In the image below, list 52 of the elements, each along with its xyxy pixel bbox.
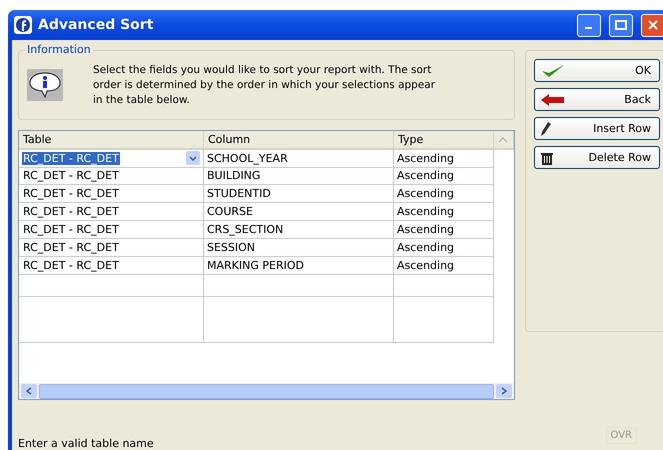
checkmark-icon xyxy=(541,64,565,78)
table-cell[interactable]: RC_DET - RC_DET xyxy=(19,239,204,257)
table-cell: MARKING PERIOD xyxy=(204,257,394,275)
column-header[interactable]: Type xyxy=(394,131,494,150)
delete-button[interactable]: Delete Row xyxy=(534,146,660,169)
table-cell[interactable]: RC_DET - RC_DET xyxy=(19,167,204,185)
table-cell: Ascending xyxy=(394,167,494,185)
maximize-button[interactable] xyxy=(609,14,633,36)
chevron-up-icon xyxy=(498,137,508,143)
chevron-right-icon xyxy=(501,387,507,395)
close-icon xyxy=(648,20,658,30)
table-cell[interactable]: RC_DET - RC_DET xyxy=(19,257,204,275)
group-title: Information xyxy=(25,43,93,56)
column-header[interactable]: Table xyxy=(19,131,204,150)
horizontal-scrollbar[interactable] xyxy=(19,383,514,399)
back-button[interactable]: Back xyxy=(534,88,660,111)
ok-button[interactable]: OK xyxy=(534,59,660,82)
table-cell: CRS_SECTION xyxy=(204,221,394,239)
table-cell: Ascending xyxy=(394,221,494,239)
table-cell: SESSION xyxy=(204,239,394,257)
table-cell: STUDENTID xyxy=(204,185,394,203)
maximize-icon xyxy=(615,20,627,30)
arrow-left-icon xyxy=(541,94,565,106)
minimize-button[interactable] xyxy=(577,14,601,36)
scroll-right-button[interactable] xyxy=(496,384,512,398)
insert-button[interactable]: Insert Row xyxy=(534,117,660,140)
column-header[interactable]: Column xyxy=(204,131,394,150)
table-cell[interactable]: RC_DET - RC_DET xyxy=(19,203,204,221)
table-cell: Ascending xyxy=(394,203,494,221)
overwrite-indicator: OVR xyxy=(606,426,637,444)
table-cell: Ascending xyxy=(394,149,494,168)
dropdown-button[interactable] xyxy=(186,151,200,165)
status-message: Enter a valid table name xyxy=(18,437,154,450)
table-cell[interactable]: RC_DET - RC_DET xyxy=(19,221,204,239)
table-cell[interactable]: RC_DET - RC_DET xyxy=(19,185,204,203)
table-cell: SCHOOL_YEAR xyxy=(204,149,394,168)
table-cell: COURSE xyxy=(204,203,394,221)
table-cell: BUILDING xyxy=(204,167,394,185)
table-cell: Ascending xyxy=(394,257,494,275)
chevron-down-icon xyxy=(189,156,197,160)
close-button[interactable] xyxy=(641,14,663,36)
info-icon xyxy=(27,69,63,101)
information-text: Select the fields you would like to sort your report with. The sort order is determined by the order in which your selections appear in the table below. xyxy=(93,62,436,108)
table-cell[interactable]: RC_DET - RC_DET xyxy=(19,149,204,168)
pencil-icon xyxy=(541,122,551,136)
chevron-left-icon xyxy=(26,387,32,395)
app-logo-icon xyxy=(14,16,32,34)
window-title: Advanced Sort xyxy=(38,17,154,33)
table-cell: Ascending xyxy=(394,239,494,257)
table-cell: Ascending xyxy=(394,185,494,203)
scroll-left-button[interactable] xyxy=(21,384,37,398)
trash-icon xyxy=(541,150,553,164)
